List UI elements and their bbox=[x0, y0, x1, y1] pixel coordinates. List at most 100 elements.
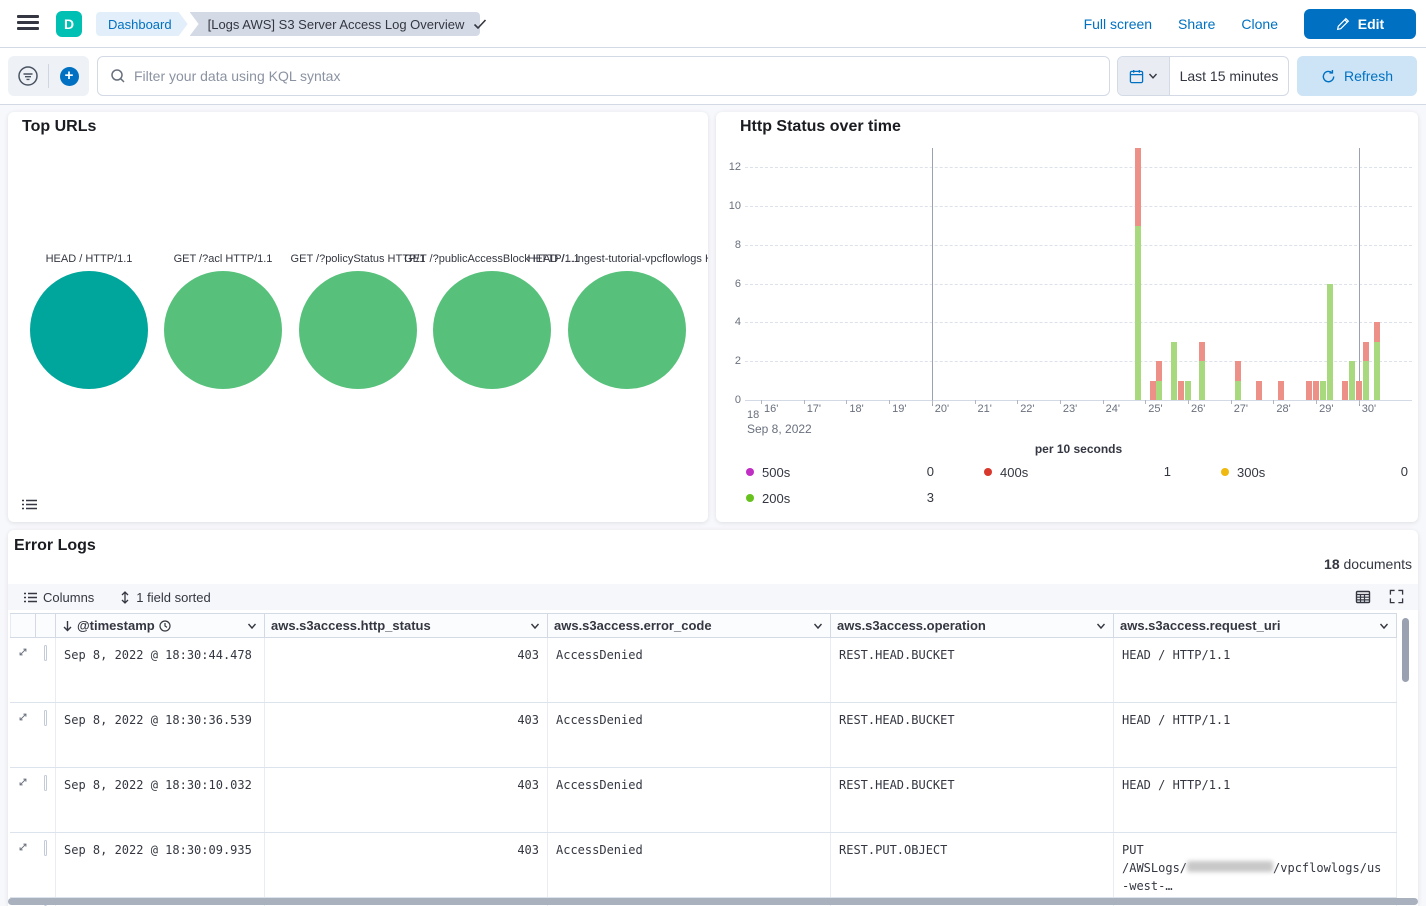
column-actions-chevron-icon[interactable] bbox=[529, 620, 541, 632]
full-screen-button[interactable]: Full screen bbox=[1084, 16, 1152, 32]
row-checkbox[interactable] bbox=[44, 775, 47, 791]
row-checkbox[interactable] bbox=[44, 710, 47, 726]
bar-segment-200s[interactable] bbox=[1199, 361, 1205, 400]
bar-segment-200s[interactable] bbox=[1349, 361, 1355, 400]
refresh-button-label: Refresh bbox=[1344, 68, 1393, 84]
stacked-bar[interactable] bbox=[1278, 148, 1284, 400]
legend-item-300s[interactable]: 300s bbox=[1221, 464, 1265, 480]
expand-document-icon[interactable] bbox=[10, 703, 36, 767]
pie-slice[interactable] bbox=[568, 271, 686, 389]
legend-item-500s[interactable]: 500s bbox=[746, 464, 790, 480]
pie-slice[interactable] bbox=[299, 271, 417, 389]
expand-document-icon[interactable] bbox=[10, 768, 36, 832]
breadcrumb-dashboard[interactable]: Dashboard bbox=[96, 12, 188, 36]
legend-toggle-icon[interactable] bbox=[22, 499, 37, 512]
stacked-bar[interactable] bbox=[1349, 148, 1355, 400]
column-actions-chevron-icon[interactable] bbox=[1095, 620, 1107, 632]
column-actions-chevron-icon[interactable] bbox=[812, 620, 824, 632]
bar-segment-400s[interactable] bbox=[1256, 381, 1262, 400]
edit-button[interactable]: Edit bbox=[1304, 9, 1416, 39]
column-header-aws-s3access-operation[interactable]: aws.s3access.operation bbox=[831, 614, 1114, 637]
bar-segment-400s[interactable] bbox=[1306, 381, 1312, 400]
bar-segment-400s[interactable] bbox=[1356, 381, 1362, 400]
share-button[interactable]: Share bbox=[1178, 16, 1215, 32]
calendar-segment[interactable] bbox=[1118, 57, 1170, 95]
bar-segment-400s[interactable] bbox=[1313, 381, 1319, 400]
expand-document-icon[interactable] bbox=[10, 638, 36, 702]
stacked-bar[interactable] bbox=[1320, 148, 1326, 400]
filter-options-icon[interactable] bbox=[8, 56, 48, 96]
bar-segment-400s[interactable] bbox=[1156, 361, 1162, 380]
stacked-bar[interactable] bbox=[1327, 148, 1333, 400]
bar-segment-200s[interactable] bbox=[1363, 361, 1369, 400]
bar-segment-400s[interactable] bbox=[1278, 381, 1284, 400]
stacked-bar[interactable] bbox=[1135, 148, 1141, 400]
sort-fields-button[interactable]: 1 field sorted bbox=[120, 590, 210, 605]
display-options-icon[interactable] bbox=[1355, 589, 1371, 605]
legend-item-400s[interactable]: 400s bbox=[984, 464, 1028, 480]
add-filter-icon[interactable]: + bbox=[49, 56, 89, 96]
column-header-aws-s3access-request-uri[interactable]: aws.s3access.request_uri bbox=[1114, 614, 1397, 637]
bar-segment-200s[interactable] bbox=[1171, 342, 1177, 400]
column-actions-chevron-icon[interactable] bbox=[246, 620, 258, 632]
row-checkbox[interactable] bbox=[44, 840, 47, 856]
bar-segment-400s[interactable] bbox=[1135, 148, 1141, 226]
stacked-bar[interactable] bbox=[1171, 148, 1177, 400]
column-header-aws-s3access-error-code[interactable]: aws.s3access.error_code bbox=[548, 614, 831, 637]
stacked-bar[interactable] bbox=[1156, 148, 1162, 400]
column-header--timestamp[interactable]: @timestamp bbox=[56, 614, 265, 637]
legend-dot-icon bbox=[1221, 468, 1229, 476]
column-header-aws-s3access-http-status[interactable]: aws.s3access.http_status bbox=[265, 614, 548, 637]
request-uri-cell: HEAD / HTTP/1.1 bbox=[1114, 703, 1397, 767]
bar-segment-200s[interactable] bbox=[1327, 284, 1333, 400]
kql-search-input[interactable] bbox=[134, 68, 1097, 84]
bar-segment-400s[interactable] bbox=[1363, 342, 1369, 361]
legend-item-200s[interactable]: 200s bbox=[746, 490, 790, 506]
bar-segment-200s[interactable] bbox=[1235, 381, 1241, 400]
dashboard-app-badge[interactable]: D bbox=[56, 11, 82, 37]
pie-slice[interactable] bbox=[433, 271, 551, 389]
menu-icon[interactable] bbox=[17, 15, 39, 33]
stacked-bar[interactable] bbox=[1235, 148, 1241, 400]
pie-slice[interactable] bbox=[164, 271, 282, 389]
stacked-bar[interactable] bbox=[1356, 148, 1362, 400]
stacked-bar[interactable] bbox=[1374, 148, 1380, 400]
stacked-bar[interactable] bbox=[1199, 148, 1205, 400]
bar-segment-400s[interactable] bbox=[1235, 361, 1241, 380]
bar-segment-200s[interactable] bbox=[1320, 381, 1326, 400]
bar-segment-400s[interactable] bbox=[1150, 381, 1156, 400]
fullscreen-grid-icon[interactable] bbox=[1389, 589, 1404, 605]
top-header-bar: D Dashboard [Logs AWS] S3 Server Access … bbox=[0, 0, 1426, 48]
bar-segment-200s[interactable] bbox=[1374, 342, 1380, 400]
clone-button[interactable]: Clone bbox=[1241, 16, 1278, 32]
pie-slice[interactable] bbox=[30, 271, 148, 389]
refresh-button[interactable]: Refresh bbox=[1297, 56, 1417, 96]
stacked-bar[interactable] bbox=[1342, 148, 1348, 400]
bar-segment-200s[interactable] bbox=[1185, 381, 1191, 400]
error-code-cell: AccessDenied bbox=[548, 703, 831, 767]
row-checkbox[interactable] bbox=[44, 645, 47, 661]
bar-segment-200s[interactable] bbox=[1135, 226, 1141, 400]
expand-document-icon[interactable] bbox=[10, 833, 36, 897]
stacked-bar[interactable] bbox=[1363, 148, 1369, 400]
stacked-bar[interactable] bbox=[1256, 148, 1262, 400]
bar-segment-400s[interactable] bbox=[1374, 322, 1380, 341]
bar-segment-400s[interactable] bbox=[1342, 381, 1348, 400]
table-horizontal-scrollbar[interactable] bbox=[8, 898, 1418, 905]
stacked-bar[interactable] bbox=[1306, 148, 1312, 400]
bar-segment-200s[interactable] bbox=[1156, 381, 1162, 400]
stacked-bar[interactable] bbox=[1313, 148, 1319, 400]
stacked-bar[interactable] bbox=[1185, 148, 1191, 400]
bar-segment-400s[interactable] bbox=[1199, 342, 1205, 361]
time-range-picker[interactable]: Last 15 minutes bbox=[1117, 56, 1289, 96]
time-range-label[interactable]: Last 15 minutes bbox=[1170, 57, 1288, 95]
breadcrumb-current-dashboard[interactable]: [Logs AWS] S3 Server Access Log Overview bbox=[190, 12, 481, 36]
columns-button[interactable]: Columns bbox=[24, 590, 94, 605]
column-actions-chevron-icon[interactable] bbox=[1378, 620, 1390, 632]
x-axis-tick bbox=[1273, 400, 1274, 404]
table-vertical-scrollbar[interactable] bbox=[1402, 618, 1409, 682]
columns-button-label: Columns bbox=[43, 590, 94, 605]
bar-segment-400s[interactable] bbox=[1178, 381, 1184, 400]
stacked-bar[interactable] bbox=[1150, 148, 1156, 400]
stacked-bar[interactable] bbox=[1178, 148, 1184, 400]
